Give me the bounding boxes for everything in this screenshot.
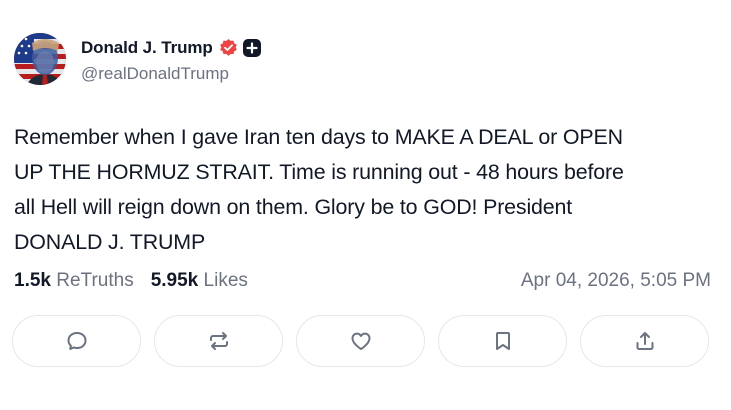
heart-icon xyxy=(351,332,370,350)
retruth-button[interactable] xyxy=(154,315,283,367)
post-timestamp[interactable]: Apr 04, 2026, 5:05 PM xyxy=(521,270,711,292)
post-body-text: Remember when I gave Iran ten days to MA… xyxy=(14,125,624,254)
reply-button[interactable] xyxy=(12,315,141,367)
likes-count: 5.95k xyxy=(150,270,199,291)
author-handle[interactable]: @realDonaldTrump xyxy=(81,64,261,84)
share-button[interactable] xyxy=(580,315,709,367)
like-button[interactable] xyxy=(296,315,425,367)
post-header: Donald J. Trump @realDonaldTrump xyxy=(14,33,261,85)
share-upload-icon xyxy=(636,332,653,350)
retruths-label: ReTruths xyxy=(56,270,134,291)
bookmark-button[interactable] xyxy=(438,315,567,367)
verified-badge-icon xyxy=(219,38,238,57)
bookmark-icon xyxy=(495,332,510,350)
retruths-count: 1.5k xyxy=(14,270,51,291)
avatar[interactable] xyxy=(14,33,66,85)
author-display-name[interactable]: Donald J. Trump xyxy=(81,38,213,58)
author-names: Donald J. Trump @realDonaldTrump xyxy=(81,35,261,84)
likes-stat[interactable]: 5.95k Likes xyxy=(151,270,248,292)
retruths-stat[interactable]: 1.5k ReTruths xyxy=(14,270,134,292)
action-bar xyxy=(12,315,709,367)
repost-arrows-icon xyxy=(209,332,228,350)
likes-label: Likes xyxy=(203,270,248,291)
post-stats: 1.5k ReTruths 5.95k Likes xyxy=(14,270,265,292)
speech-bubble-icon xyxy=(67,332,86,350)
plus-badge-icon xyxy=(242,38,261,57)
author-name-row: Donald J. Trump xyxy=(81,35,261,61)
